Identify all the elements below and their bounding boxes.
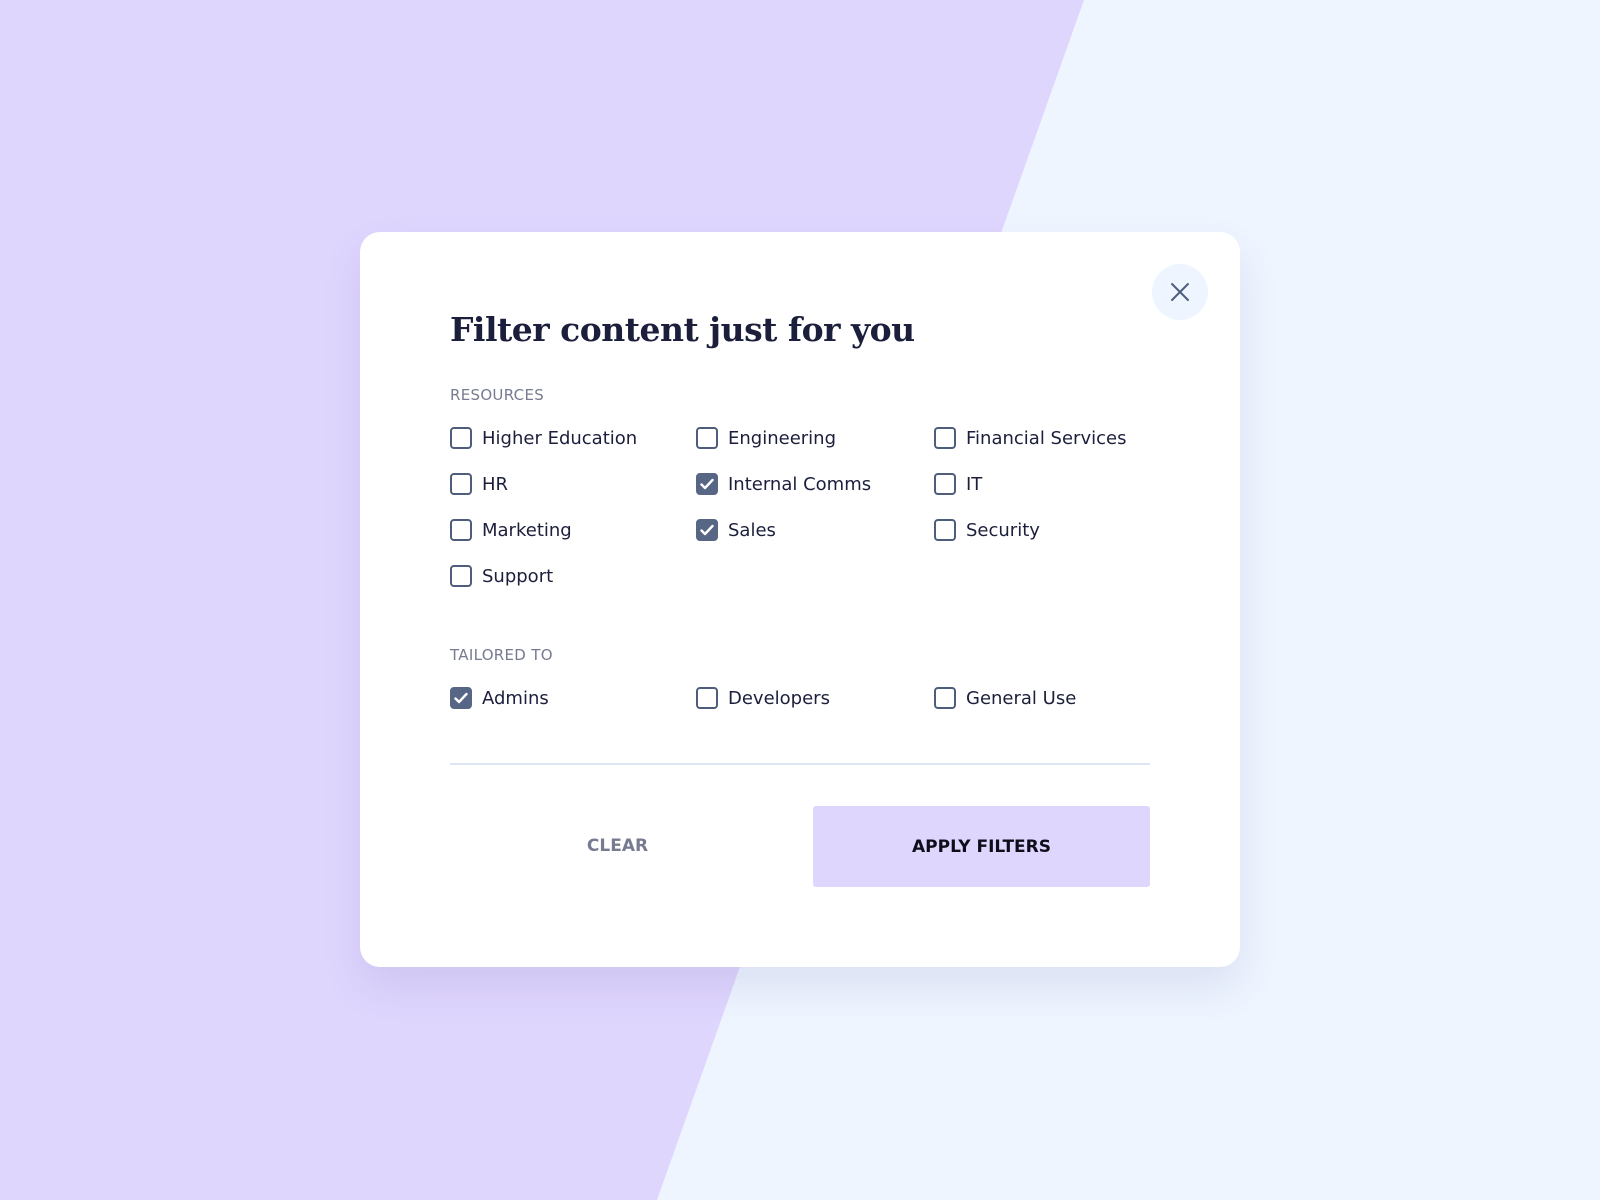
apply-filters-button[interactable]: APPLY FILTERS: [813, 806, 1150, 887]
checkbox-label: Higher Education: [482, 427, 638, 449]
checkbox-unchecked[interactable]: [450, 473, 472, 495]
checkbox-label: General Use: [966, 687, 1077, 709]
checkbox-option[interactable]: Admins: [450, 685, 549, 711]
checkbox-label: Admins: [482, 687, 549, 709]
checkbox-label: Sales: [728, 519, 776, 541]
checkbox-unchecked[interactable]: [696, 427, 718, 449]
checkbox-option[interactable]: Internal Comms: [696, 471, 871, 497]
filter-modal: Filter content just for you RESOURCES Hi…: [360, 232, 1240, 967]
tailored-section-label: TAILORED TO: [450, 646, 553, 664]
checkmark-icon: [700, 524, 714, 536]
checkbox-option[interactable]: IT: [934, 471, 982, 497]
checkbox-unchecked[interactable]: [934, 473, 956, 495]
clear-button[interactable]: CLEAR: [450, 806, 785, 886]
checkmark-icon: [700, 478, 714, 490]
checkbox-option[interactable]: Financial Services: [934, 425, 1126, 451]
divider: [450, 763, 1150, 765]
checkbox-checked[interactable]: [696, 519, 718, 541]
checkbox-option[interactable]: Engineering: [696, 425, 836, 451]
checkbox-unchecked[interactable]: [934, 687, 956, 709]
checkbox-unchecked[interactable]: [934, 427, 956, 449]
checkbox-option[interactable]: General Use: [934, 685, 1076, 711]
checkbox-label: Engineering: [728, 427, 836, 449]
checkbox-unchecked[interactable]: [450, 427, 472, 449]
modal-title: Filter content just for you: [450, 310, 915, 349]
checkbox-label: Internal Comms: [728, 473, 872, 495]
checkbox-option[interactable]: Marketing: [450, 517, 572, 543]
checkbox-option[interactable]: HR: [450, 471, 508, 497]
checkbox-unchecked[interactable]: [934, 519, 956, 541]
checkbox-checked[interactable]: [696, 473, 718, 495]
resources-section-label: RESOURCES: [450, 386, 545, 404]
checkbox-option[interactable]: Developers: [696, 685, 830, 711]
checkbox-label: Financial Services: [966, 427, 1127, 449]
checkbox-checked[interactable]: [450, 687, 472, 709]
checkbox-label: HR: [482, 473, 509, 495]
checkbox-option[interactable]: Support: [450, 563, 553, 589]
checkbox-label: IT: [966, 473, 983, 495]
checkbox-label: Support: [482, 565, 554, 587]
checkbox-unchecked[interactable]: [450, 565, 472, 587]
checkmark-icon: [454, 692, 468, 704]
checkbox-label: Marketing: [482, 519, 572, 541]
checkbox-option[interactable]: Sales: [696, 517, 776, 543]
checkbox-option[interactable]: Higher Education: [450, 425, 637, 451]
close-icon: [1171, 283, 1189, 301]
checkbox-label: Developers: [728, 687, 830, 709]
checkbox-unchecked[interactable]: [450, 519, 472, 541]
close-button[interactable]: [1152, 264, 1208, 320]
checkbox-option[interactable]: Security: [934, 517, 1040, 543]
checkbox-label: Security: [966, 519, 1040, 541]
checkbox-unchecked[interactable]: [696, 687, 718, 709]
